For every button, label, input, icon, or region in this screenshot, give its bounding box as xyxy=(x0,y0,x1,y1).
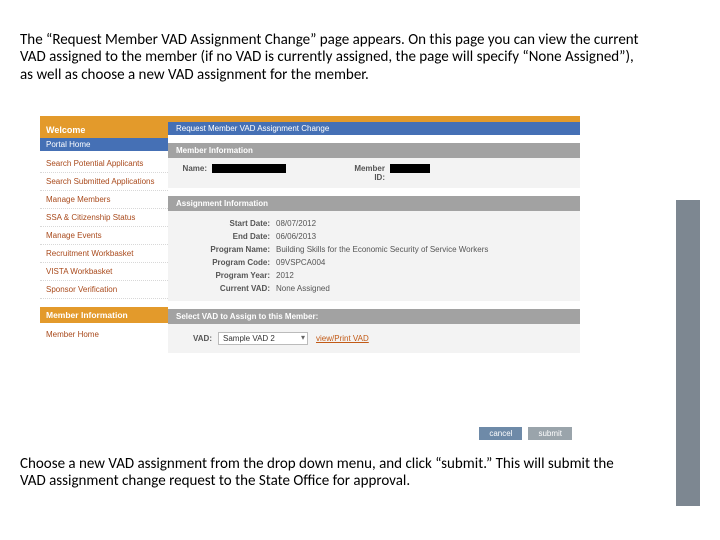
name-label: Name: xyxy=(178,164,212,173)
sidebar: Welcome Portal Home Search Potential App… xyxy=(40,122,168,446)
field-label: Start Date: xyxy=(178,219,276,228)
sidebar-item[interactable]: Search Submitted Applications xyxy=(40,173,168,191)
field-value: 08/07/2012 xyxy=(276,219,316,228)
member-id-value-redacted xyxy=(390,164,430,173)
name-value-redacted xyxy=(212,164,286,173)
field-value: None Assigned xyxy=(276,284,330,293)
section-assignment-info: Start Date:08/07/2012 End Date:06/06/201… xyxy=(168,211,580,301)
sidebar-item[interactable]: VISTA Workbasket xyxy=(40,263,168,281)
field-label: End Date: xyxy=(178,232,276,241)
field-value: 09VSPCA004 xyxy=(276,258,325,267)
vad-select[interactable]: Sample VAD 2 xyxy=(218,332,308,345)
cancel-button[interactable]: cancel xyxy=(479,427,522,440)
sidebar-item[interactable]: Manage Events xyxy=(40,227,168,245)
field-value: Building Skills for the Economic Securit… xyxy=(276,245,488,254)
portal-home-header[interactable]: Portal Home xyxy=(40,138,168,151)
submit-button[interactable]: submit xyxy=(528,427,572,440)
sidebar-item[interactable]: SSA & Citizenship Status xyxy=(40,209,168,227)
sidebar-item[interactable]: Manage Members xyxy=(40,191,168,209)
field-value: 2012 xyxy=(276,271,294,280)
section-member-info: Name: Member ID: xyxy=(168,158,580,188)
section-select-vad-header: Select VAD to Assign to this Member: xyxy=(168,309,580,324)
section-select-vad: VAD: Sample VAD 2 view/Print VAD xyxy=(168,324,580,353)
sidebar-nav: Search Potential Applicants Search Submi… xyxy=(40,151,168,307)
sidebar-item-member-home[interactable]: Member Home xyxy=(40,323,168,346)
vad-label: VAD: xyxy=(178,334,218,343)
section-assignment-header: Assignment Information xyxy=(168,196,580,211)
doc-outro-text: Choose a new VAD assignment from the dro… xyxy=(0,456,660,491)
page-title: Request Member VAD Assignment Change xyxy=(168,122,580,135)
field-label: Program Year: xyxy=(178,271,276,280)
sidebar-item[interactable]: Sponsor Verification xyxy=(40,281,168,299)
field-label: Program Name: xyxy=(178,245,276,254)
welcome-header: Welcome xyxy=(40,122,168,138)
action-buttons: cancel submit xyxy=(479,427,572,440)
member-id-label: Member ID: xyxy=(346,164,390,182)
view-print-vad-link[interactable]: view/Print VAD xyxy=(316,334,369,343)
main-panel: Request Member VAD Assignment Change Mem… xyxy=(168,122,580,446)
field-value: 06/06/2013 xyxy=(276,232,316,241)
doc-intro-text: The “Request Member VAD Assignment Chang… xyxy=(0,32,660,84)
slide-side-accent xyxy=(676,200,700,506)
sidebar-item[interactable]: Recruitment Workbasket xyxy=(40,245,168,263)
field-label: Program Code: xyxy=(178,258,276,267)
section-member-info-header: Member Information xyxy=(168,143,580,158)
member-info-header: Member Information xyxy=(40,307,168,323)
app-screenshot: Welcome Portal Home Search Potential App… xyxy=(40,116,580,446)
sidebar-item[interactable]: Search Potential Applicants xyxy=(40,155,168,173)
field-label: Current VAD: xyxy=(178,284,276,293)
